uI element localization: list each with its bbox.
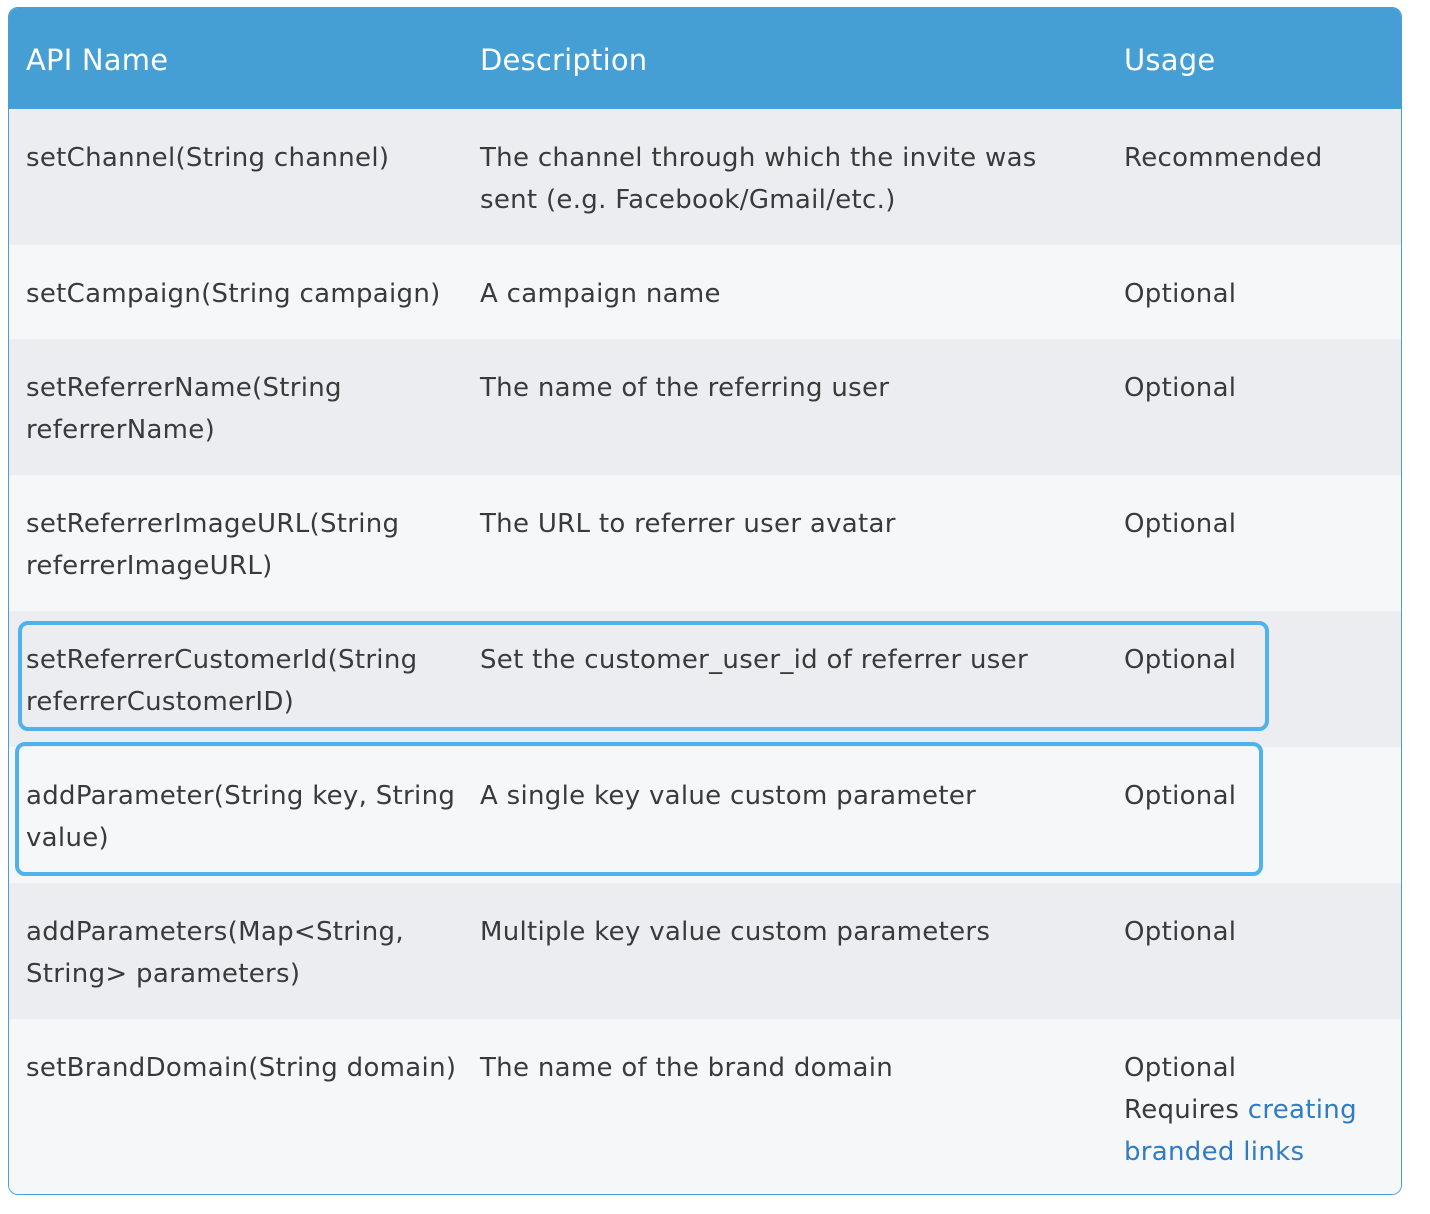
usage-cell: Optional <box>1124 781 1237 811</box>
table-row: setChannel(String channel) The channel t… <box>9 109 1401 245</box>
description-cell: A campaign name <box>480 279 721 309</box>
api-name-cell: addParameter(String key, String value) <box>26 781 456 853</box>
usage-cell: Optional <box>1124 373 1237 403</box>
api-name-cell: setReferrerCustomerId(String referrerCus… <box>26 645 418 717</box>
usage-note: Requires <box>1124 1095 1240 1125</box>
table-row: setReferrerCustomerId(String referrerCus… <box>9 611 1401 747</box>
header-api-name: API Name <box>26 43 169 77</box>
description-cell: The URL to referrer user avatar <box>480 509 896 539</box>
api-name-cell: addParameters(Map<String, String> parame… <box>26 917 404 989</box>
usage-cell: Optional <box>1124 645 1237 675</box>
table-row: addParameters(Map<String, String> parame… <box>9 883 1401 1019</box>
usage-cell: Optional <box>1124 917 1237 947</box>
api-name-cell: setChannel(String channel) <box>26 143 390 173</box>
usage-value: Optional <box>1124 1053 1237 1083</box>
description-cell: The name of the brand domain <box>480 1053 894 1083</box>
table-row: addParameter(String key, String value) A… <box>9 747 1401 883</box>
header-description: Description <box>480 43 648 77</box>
description-cell: A single key value custom parameter <box>480 781 977 811</box>
header-usage: Usage <box>1124 43 1216 77</box>
api-name-cell: setReferrerImageURL(String referrerImage… <box>26 509 400 581</box>
api-table: API Name Description Usage setChannel(St… <box>8 7 1402 1195</box>
usage-cell: Optional <box>1124 509 1237 539</box>
usage-cell: Recommended <box>1124 143 1323 173</box>
api-name-cell: setReferrerName(String referrerName) <box>26 373 342 445</box>
description-cell: Multiple key value custom parameters <box>480 917 991 947</box>
table-row: setBrandDomain(String domain) The name o… <box>9 1019 1401 1194</box>
description-cell: The channel through which the invite was… <box>480 143 1037 215</box>
api-name-cell: setBrandDomain(String domain) <box>26 1053 457 1083</box>
usage-cell: Optional Requires creating branded links <box>1124 1047 1394 1173</box>
usage-cell: Optional <box>1124 279 1237 309</box>
api-name-cell: setCampaign(String campaign) <box>26 279 441 309</box>
table-header: API Name Description Usage <box>9 8 1401 109</box>
table-row: setCampaign(String campaign) A campaign … <box>9 245 1401 339</box>
description-cell: Set the customer_user_id of referrer use… <box>480 645 1028 675</box>
table-row: setReferrerName(String referrerName) The… <box>9 339 1401 475</box>
description-cell: The name of the referring user <box>480 373 890 403</box>
table-row: setReferrerImageURL(String referrerImage… <box>9 475 1401 611</box>
